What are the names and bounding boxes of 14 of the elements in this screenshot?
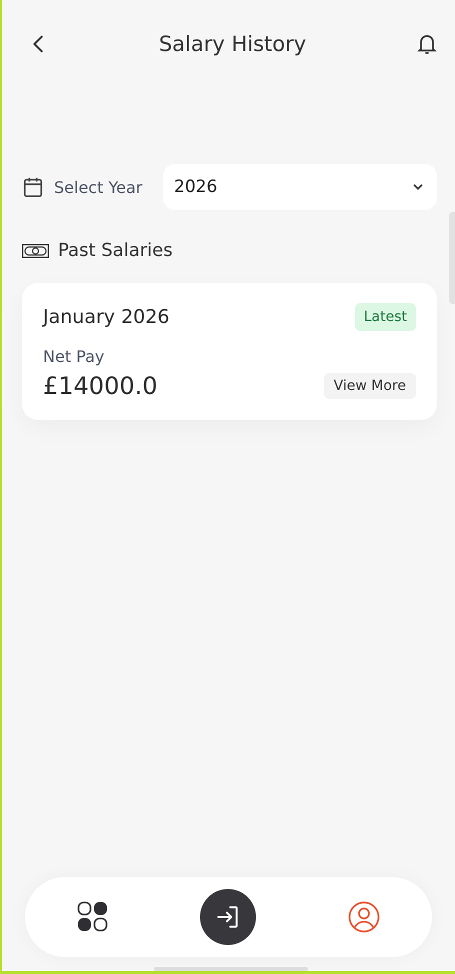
view-more-button[interactable]: View More: [324, 373, 416, 399]
banknote-icon: [22, 244, 49, 258]
year-label: Select Year: [54, 178, 142, 196]
section-title: Past Salaries: [58, 240, 173, 261]
net-pay-amount: £14000.0: [43, 372, 158, 400]
profile-icon: [348, 901, 380, 933]
year-dropdown[interactable]: 2026: [163, 164, 437, 210]
net-pay-label: Net Pay: [43, 347, 106, 366]
bell-icon: [414, 32, 439, 56]
latest-badge: Latest: [354, 303, 416, 331]
grid-icon: [76, 901, 109, 933]
page-title: Salary History: [158, 32, 306, 56]
salary-month: January 2026: [43, 306, 170, 328]
calendar-icon: [22, 176, 44, 198]
